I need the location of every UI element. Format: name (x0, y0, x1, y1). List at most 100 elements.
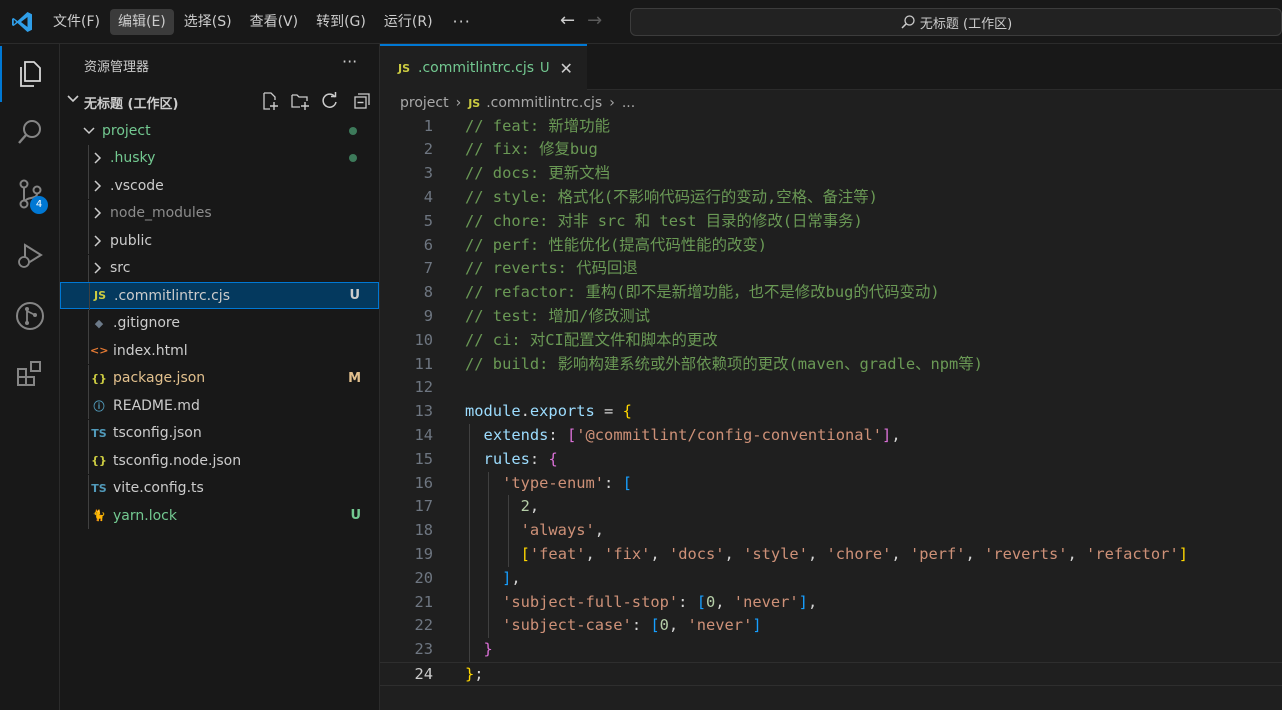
tree-item[interactable]: ◆ .gitignore (60, 309, 379, 337)
git-graph-icon[interactable] (0, 288, 60, 344)
tree-item[interactable]: .husky (60, 144, 379, 172)
line-number: 20 (414, 568, 433, 587)
code-token: 'fix' (604, 544, 651, 563)
code-line: 9 // test: 增加/修改测试 (380, 305, 1282, 329)
code-token: '@commitlint/config-conventional' (576, 425, 883, 444)
refresh-icon[interactable] (320, 91, 340, 111)
tree-item[interactable]: .vscode (60, 172, 379, 199)
code-line: 11 // build: 影响构建系统或外部依赖项的更改(maven、gradle… (380, 353, 1282, 377)
code-line: 24}; (380, 661, 1282, 686)
code-token: module (465, 402, 521, 421)
more-actions-icon[interactable]: ··· (342, 52, 357, 71)
code-token: rules (483, 449, 530, 468)
code-token: , (807, 592, 818, 611)
tree-item[interactable]: {} tsconfig.node.json (60, 447, 379, 474)
code-token: [ (650, 616, 660, 635)
code-text: // reverts: 代码回退 (465, 257, 638, 281)
js-file-icon: JS (468, 96, 481, 110)
tree-item[interactable]: src (60, 254, 379, 282)
back-arrow-icon[interactable]: ← (560, 10, 575, 31)
code-token: , (891, 425, 901, 444)
code-token: . (520, 402, 530, 421)
code-token: 'perf' (909, 544, 966, 563)
code-text: 'type-enum': [ (465, 472, 632, 496)
code-token: 'chore' (826, 544, 892, 563)
tree-item-label: vite.config.ts (113, 480, 204, 496)
title-bar: 文件(F) 编辑(E) 选择(S) 查看(V) 转到(G) 运行(R) ··· ← → 无标… (0, 0, 1282, 44)
breadcrumb-project[interactable]: project (400, 95, 449, 111)
source-control-icon[interactable] (0, 166, 60, 222)
code-token: 'docs' (668, 544, 725, 563)
command-center-search[interactable]: 无标题 (工作区) (630, 8, 1282, 36)
close-icon[interactable]: ✕ (560, 59, 573, 78)
vscode-logo-icon[interactable] (10, 10, 34, 34)
tree-item[interactable]: 🐈 yarn.lock U (60, 502, 379, 529)
tree-item[interactable]: TS tsconfig.json (60, 419, 379, 447)
forward-arrow-icon[interactable]: → (587, 10, 602, 31)
code-editor[interactable]: 1 // feat: 新增功能 2 // fix: 修复bug 3 // docs: 更新… (380, 114, 1282, 710)
menu-item[interactable]: 选择(S) (176, 9, 240, 35)
indent-guide (88, 364, 89, 392)
menu-item[interactable]: 运行(R) (376, 9, 441, 35)
tree-item[interactable]: public (60, 227, 379, 254)
menu-more-button[interactable]: ··· (443, 9, 481, 35)
code-token: , (650, 544, 669, 563)
code-token: { (622, 402, 632, 421)
code-token: , (1067, 544, 1087, 563)
code-line: 7 // reverts: 代码回退 (380, 257, 1282, 281)
explorer-sidebar: 资源管理器 ··· 无标题 (工作区) project .husky .vscode… (60, 44, 380, 710)
nav-arrows: ← → (560, 10, 602, 31)
code-token: : (678, 592, 697, 611)
yarn-file-icon: 🐈 (92, 509, 106, 522)
tree-item[interactable]: JS .commitlintrc.cjs U (60, 282, 379, 310)
new-file-icon[interactable] (260, 91, 280, 111)
code-token: } (483, 640, 493, 659)
js-file-icon: JS (93, 289, 106, 302)
extensions-icon[interactable] (0, 346, 60, 402)
code-token: , (668, 616, 688, 635)
tree-item[interactable]: TS vite.config.ts (60, 474, 379, 502)
run-debug-icon[interactable] (0, 228, 60, 284)
menu-item[interactable]: 文件(F) (45, 9, 108, 35)
explorer-icon[interactable] (0, 46, 60, 102)
tree-item[interactable]: ⓘ README.md (60, 392, 379, 419)
tree-item-label: tsconfig.json (113, 425, 202, 441)
collapse-all-icon[interactable] (350, 91, 370, 111)
code-line: 22 'subject-case': [0, 'never'] (380, 614, 1282, 638)
code-text: rules: { (465, 448, 558, 472)
line-number: 11 (414, 354, 433, 373)
chevron-down-icon (83, 126, 95, 134)
code-line: 21 'subject-full-stop': [0, 'never'], (380, 591, 1282, 615)
code-token: ] (882, 425, 892, 444)
code-token: 0 (659, 616, 669, 635)
code-token: 'always' (520, 521, 595, 540)
breadcrumb-ellipsis[interactable]: ... (622, 95, 635, 111)
line-number: 23 (414, 640, 433, 659)
tab-commitlintrc[interactable]: JS .commitlintrc.cjs U ✕ (380, 44, 587, 90)
code-token: // build: 影响构建系统或外部依赖项的更改(maven、gradle、n… (465, 354, 983, 373)
search-icon[interactable] (0, 104, 60, 160)
code-token: 'subject-case' (502, 616, 632, 635)
new-folder-icon[interactable] (290, 91, 310, 111)
line-number: 21 (414, 592, 433, 611)
tree-item[interactable]: {} package.json M (60, 364, 379, 392)
tree-item[interactable]: project (60, 117, 379, 144)
code-line: 12 (380, 376, 1282, 400)
menu-item[interactable]: 查看(V) (242, 9, 307, 35)
menu-bar: 文件(F) 编辑(E) 选择(S) 查看(V) 转到(G) 运行(R) ··· (45, 0, 483, 44)
code-token: } (465, 664, 475, 683)
indent-guide (88, 309, 89, 337)
line-number: 22 (414, 616, 433, 635)
workspace-header[interactable]: 无标题 (工作区) (60, 90, 380, 112)
code-token: , (511, 568, 521, 587)
breadcrumb-file[interactable]: .commitlintrc.cjs (486, 95, 602, 111)
menu-item[interactable]: 转到(G) (308, 9, 374, 35)
tree-item[interactable]: node_modules (60, 199, 379, 227)
menu-item[interactable]: 编辑(E) (109, 9, 174, 35)
tree-item[interactable]: <> index.html (60, 337, 379, 364)
tab-status: U (540, 60, 550, 76)
activity-bar: 4 (0, 44, 60, 710)
chevron-right-icon (94, 179, 102, 192)
